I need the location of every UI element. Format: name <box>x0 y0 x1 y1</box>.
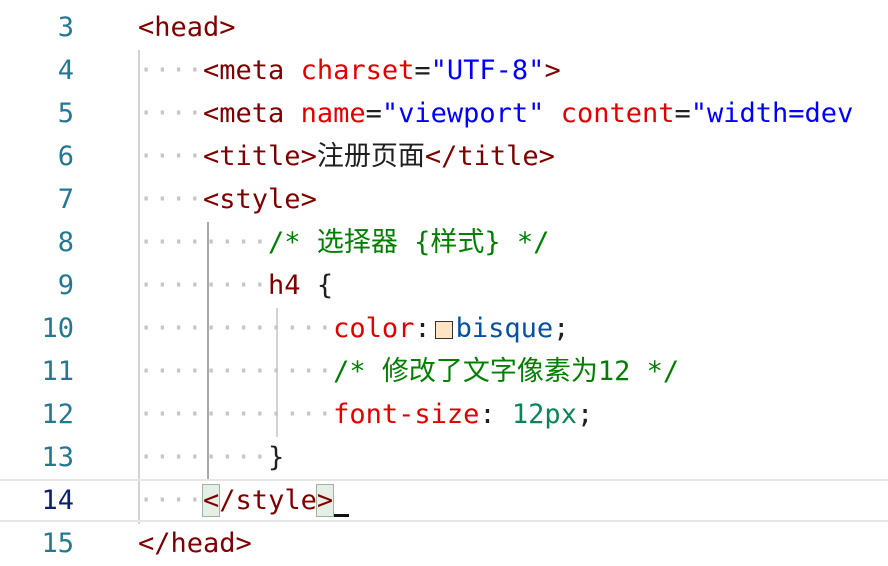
line-number[interactable]: 14 <box>0 481 74 520</box>
code-text[interactable]: ····<style> <box>138 178 317 221</box>
code-token: font-size <box>333 399 480 430</box>
code-text[interactable]: ············font-size: 12px; <box>138 393 593 436</box>
code-token: name <box>300 98 366 129</box>
whitespace-dots: ············ <box>138 399 334 430</box>
code-token: <head> <box>138 12 236 43</box>
code-line[interactable]: 8 ········/* 选择器 {样式} */ <box>0 221 888 264</box>
code-token: h4 <box>268 270 301 301</box>
code-token: charset <box>300 55 415 86</box>
code-token: = <box>365 98 382 129</box>
code-text[interactable]: ····<meta name="viewport" content="width… <box>138 92 853 135</box>
code-token: /style <box>219 485 317 516</box>
code-token: ; <box>553 313 570 344</box>
code-token: <style> <box>203 184 317 215</box>
whitespace-dots: ···· <box>138 55 204 86</box>
line-number[interactable]: 6 <box>0 135 74 178</box>
code-text[interactable]: ········} <box>138 436 284 479</box>
whitespace-dots: ···· <box>138 98 204 129</box>
line-number[interactable]: 12 <box>0 393 74 436</box>
whitespace-dots: ········ <box>138 442 269 473</box>
code-token: 注册页面 <box>316 141 425 172</box>
code-token: <title> <box>203 141 317 172</box>
code-token: 12px <box>511 399 577 430</box>
code-text[interactable]: <head> <box>138 6 236 49</box>
code-token: : <box>414 313 431 344</box>
code-token: "width=dev <box>690 98 854 129</box>
code-token: <meta <box>203 98 285 129</box>
code-line[interactable]: 9 ········h4 { <box>0 264 888 307</box>
code-token: /* 选择器 {样式} */ <box>268 227 550 258</box>
code-token: /* 修改了文字像素为12 */ <box>333 356 680 387</box>
code-line[interactable]: 5 ····<meta name="viewport" content="widt… <box>0 92 888 135</box>
whitespace-dots: ···· <box>138 485 204 516</box>
code-text[interactable]: ····<meta charset="UTF-8"> <box>138 49 561 92</box>
line-number[interactable]: 7 <box>0 178 74 221</box>
line-number[interactable]: 8 <box>0 221 74 264</box>
line-number[interactable]: 10 <box>0 307 74 350</box>
whitespace-dots: ············ <box>138 313 334 344</box>
matched-bracket: < <box>202 484 221 517</box>
code-token: "UTF-8" <box>430 55 545 86</box>
whitespace-dots: ············ <box>138 356 334 387</box>
code-token: color <box>333 313 415 344</box>
code-text[interactable]: ············/* 修改了文字像素为12 */ <box>138 350 679 393</box>
code-token: : <box>479 399 496 430</box>
whitespace-dots: ···· <box>138 141 204 172</box>
matched-bracket: > <box>315 484 335 517</box>
whitespace-dots: ········ <box>138 270 269 301</box>
code-line[interactable]: 14 ····</style> <box>0 479 888 522</box>
code-token: = <box>414 55 431 86</box>
code-token: "viewport" <box>381 98 545 129</box>
code-token: bisque <box>455 313 554 344</box>
code-line[interactable]: 12 ············font-size: 12px; <box>0 393 888 436</box>
code-token: <meta <box>203 55 285 86</box>
code-token: > <box>544 55 561 86</box>
code-line[interactable]: 13 ········} <box>0 436 888 479</box>
code-token: = <box>674 98 691 129</box>
line-number[interactable]: 4 <box>0 49 74 92</box>
code-line[interactable]: 10 ············color: bisque; <box>0 307 888 350</box>
code-token: { <box>316 270 334 301</box>
code-line[interactable]: 6 ····<title>注册页面</title> <box>0 135 888 178</box>
code-token: } <box>268 442 285 473</box>
line-number[interactable]: 9 <box>0 264 74 307</box>
code-text[interactable]: ············color: bisque; <box>138 307 569 350</box>
code-line[interactable]: 4 ····<meta charset="UTF-8"> <box>0 49 888 92</box>
code-line[interactable]: 15 </head> <box>0 522 888 565</box>
code-line[interactable]: 3 <head> <box>0 6 888 49</box>
whitespace-dots: ········ <box>138 227 269 258</box>
code-line[interactable]: 11 ············/* 修改了文字像素为12 */ <box>0 350 888 393</box>
code-text[interactable]: ····</style> <box>138 481 350 520</box>
code-editor[interactable]: 3 <head> 4 ····<meta charset="UTF-8"> 5 ····<… <box>0 0 888 566</box>
line-number[interactable]: 5 <box>0 92 74 135</box>
code-token: content <box>560 98 675 129</box>
color-swatch[interactable] <box>434 321 453 339</box>
code-text[interactable]: ····<title>注册页面</title> <box>138 135 555 178</box>
code-text[interactable]: ········/* 选择器 {样式} */ <box>138 221 549 264</box>
whitespace-dots: ···· <box>138 184 204 215</box>
code-text[interactable]: ········h4 { <box>138 264 333 307</box>
text-cursor <box>333 514 350 517</box>
code-text[interactable]: </head> <box>138 522 252 565</box>
line-number[interactable]: 15 <box>0 522 74 565</box>
code-token: </title> <box>424 141 555 172</box>
code-line[interactable]: 7 ····<style> <box>0 178 888 221</box>
line-number[interactable]: 11 <box>0 350 74 393</box>
code-token: ; <box>576 399 594 430</box>
line-number[interactable]: 13 <box>0 436 74 479</box>
code-token: </head> <box>138 528 252 559</box>
line-number[interactable]: 3 <box>0 6 74 49</box>
